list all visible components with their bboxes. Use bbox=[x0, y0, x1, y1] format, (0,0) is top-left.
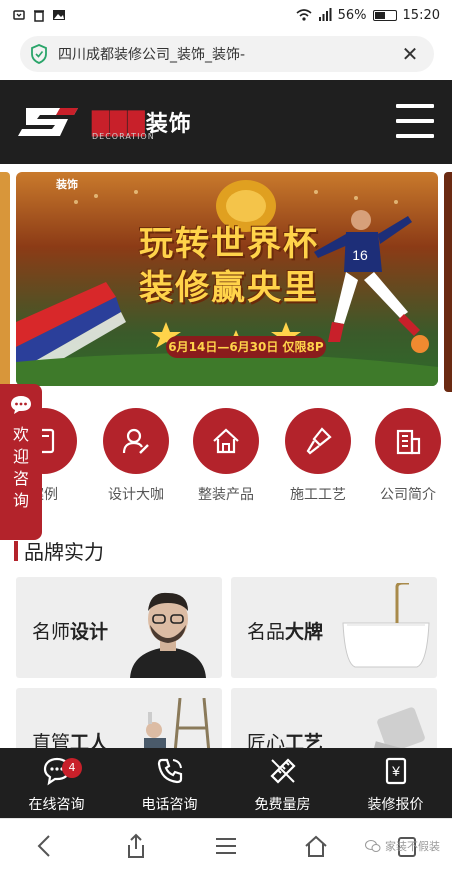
designer-icon bbox=[103, 408, 169, 474]
card-label: 名师设计 bbox=[32, 621, 109, 643]
menu-icon bbox=[216, 837, 237, 854]
banner-date: 6月14日—6月30日 仅限8P bbox=[166, 336, 326, 358]
bottom-phone-consult[interactable]: 电话咨询 bbox=[113, 748, 226, 818]
nav-label: 公司简介 bbox=[380, 487, 436, 503]
quote-icon: ¥ bbox=[385, 757, 406, 785]
watermark-text: 家装不假装 bbox=[385, 840, 440, 853]
address-bar[interactable]: 四川成都装修公司_装饰_装饰- ✕ bbox=[20, 36, 434, 72]
home-icon bbox=[305, 835, 328, 857]
nav-item-about[interactable]: 公司简介 bbox=[368, 408, 448, 504]
category-nav: 案例 设计大咖 整装产品 施工工艺 公司简介 bbox=[0, 400, 452, 518]
bottom-quote[interactable]: ¥ 装修报价 bbox=[339, 748, 452, 818]
house-icon bbox=[193, 408, 259, 474]
bathtub-image bbox=[342, 583, 430, 668]
site-header: ███装饰 DECORATION bbox=[0, 80, 452, 164]
phone-screen: 56% 15:20 四川成都装修公司_装饰_装饰- ✕ ███装饰 DECORA… bbox=[0, 0, 452, 872]
wechat-icon bbox=[365, 840, 381, 852]
home-button[interactable] bbox=[271, 834, 361, 858]
status-bar: 56% 15:20 bbox=[0, 0, 452, 30]
building-icon bbox=[375, 408, 441, 474]
phone-icon bbox=[157, 758, 182, 784]
clock: 15:20 bbox=[402, 7, 440, 23]
svg-text:¥: ¥ bbox=[391, 763, 400, 779]
nav-label: 施工工艺 bbox=[290, 487, 346, 503]
designer-photo bbox=[130, 592, 206, 678]
menu-lines-button[interactable] bbox=[181, 836, 271, 856]
banner-brand: 装饰 bbox=[56, 178, 78, 191]
nav-label: 整装产品 bbox=[198, 487, 254, 503]
menu-button[interactable] bbox=[396, 104, 434, 138]
trash-icon bbox=[34, 10, 44, 22]
brush-icon bbox=[285, 408, 351, 474]
bottom-label: 在线咨询 bbox=[28, 797, 85, 813]
floating-consult-label: 欢迎咨询 bbox=[12, 425, 29, 510]
bottom-label: 电话咨询 bbox=[141, 797, 198, 813]
image-icon bbox=[53, 10, 65, 20]
floating-consult-button[interactable]: 欢迎咨询 bbox=[0, 384, 42, 540]
unread-badge: 4 bbox=[62, 758, 82, 778]
nav-item-designers[interactable]: 设计大咖 bbox=[96, 408, 176, 504]
address-bar-row: 四川成都装修公司_装饰_装饰- ✕ bbox=[0, 30, 452, 78]
logo[interactable] bbox=[16, 104, 82, 140]
banner-carousel[interactable]: 16 装饰 玩转世界杯 装修赢央里 6月14日—6月30日 仅限8P bbox=[0, 164, 452, 400]
section-title: 品牌实力 bbox=[24, 540, 104, 564]
share-icon bbox=[127, 833, 144, 858]
bottom-label: 免费量房 bbox=[254, 797, 311, 813]
chevron-left-icon bbox=[37, 834, 50, 857]
url-text: 四川成都装修公司_装饰_装饰- bbox=[58, 47, 246, 63]
watermark: 家装不假装 bbox=[365, 838, 440, 854]
nav-label: 设计大咖 bbox=[108, 487, 164, 503]
notification-icon bbox=[13, 10, 25, 20]
brand-subtitle: DECORATION bbox=[92, 132, 155, 141]
close-icon[interactable]: ✕ bbox=[396, 42, 424, 66]
nav-item-craft[interactable]: 施工工艺 bbox=[278, 408, 358, 504]
svg-text:16: 16 bbox=[352, 247, 368, 263]
banner-title: 玩转世界杯 装修赢央里 bbox=[139, 224, 319, 308]
card-label: 名品大牌 bbox=[247, 621, 324, 643]
prev-slide-peek bbox=[0, 172, 10, 392]
bottom-free-measure[interactable]: 免费量房 bbox=[226, 748, 339, 818]
battery-icon bbox=[372, 9, 397, 21]
signal-icon bbox=[318, 8, 332, 21]
card-designer[interactable]: 名师设计 bbox=[16, 577, 222, 678]
section-header: 品牌实力 bbox=[14, 536, 104, 565]
nav-item-products[interactable]: 整装产品 bbox=[186, 408, 266, 504]
bottom-online-consult[interactable]: 4 在线咨询 bbox=[0, 748, 113, 818]
next-slide-peek bbox=[444, 172, 452, 392]
wifi-icon bbox=[296, 9, 312, 21]
section-accent-bar bbox=[14, 540, 18, 561]
bottom-label: 装修报价 bbox=[367, 797, 424, 813]
shield-icon bbox=[31, 44, 47, 64]
back-button[interactable] bbox=[0, 834, 90, 858]
share-button[interactable] bbox=[90, 833, 180, 859]
ruler-icon bbox=[269, 758, 296, 784]
battery-percent: 56% bbox=[337, 7, 367, 23]
chat-bubble-icon bbox=[11, 396, 31, 414]
site-bottom-bar: 4 在线咨询 电话咨询 免费量房 ¥ 装修报价 bbox=[0, 748, 452, 818]
banner-slide[interactable]: 16 装饰 玩转世界杯 装修赢央里 6月14日—6月30日 仅限8P bbox=[16, 172, 438, 386]
card-brands[interactable]: 名品大牌 bbox=[231, 577, 437, 678]
